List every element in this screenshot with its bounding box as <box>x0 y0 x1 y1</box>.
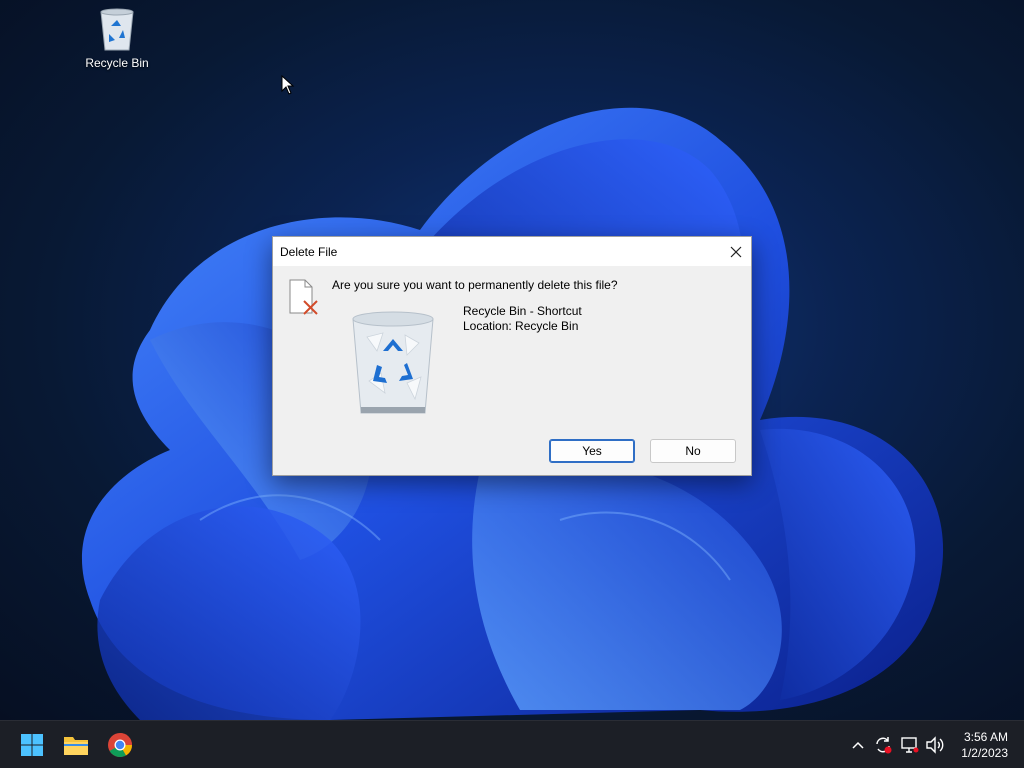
desktop-icon-recycle-bin[interactable]: Recycle Bin <box>80 6 154 78</box>
no-button[interactable]: No <box>650 439 736 463</box>
file-name: Recycle Bin - Shortcut <box>463 304 582 318</box>
start-icon <box>21 734 43 756</box>
taskbar-clock[interactable]: 3:56 AM 1/2/2023 <box>961 729 1008 761</box>
show-hidden-icons-button[interactable] <box>848 735 868 755</box>
chevron-up-icon <box>852 741 864 749</box>
close-button[interactable] <box>721 237 751 266</box>
clock-date: 1/2/2023 <box>961 746 1008 760</box>
start-button[interactable] <box>18 731 46 759</box>
clock-time: 3:56 AM <box>963 730 1008 744</box>
desktop: Recycle Bin Delete File Are you sure you… <box>0 0 1024 720</box>
file-info: Recycle Bin - Shortcut Location: Recycle… <box>463 304 582 334</box>
chrome-button[interactable] <box>106 731 134 759</box>
taskbar: 3:56 AM 1/2/2023 <box>0 720 1024 768</box>
dialog-titlebar[interactable]: Delete File <box>273 237 751 266</box>
dialog-title: Delete File <box>280 244 338 259</box>
desktop-icon-label: Recycle Bin <box>85 56 149 70</box>
network-button[interactable] <box>900 735 920 755</box>
recycle-bin-icon <box>100 8 134 51</box>
file-location: Location: Recycle Bin <box>463 319 579 333</box>
mouse-cursor-icon <box>281 75 295 95</box>
volume-button[interactable] <box>925 735 945 755</box>
sync-icon <box>876 737 892 754</box>
chrome-icon <box>108 733 132 758</box>
network-icon <box>901 737 919 753</box>
recycle-bin-icon <box>352 311 434 414</box>
sync-status-button[interactable] <box>873 735 893 755</box>
delete-file-dialog: Delete File Are you sure you want to per… <box>272 236 752 476</box>
file-explorer-button[interactable] <box>62 731 90 759</box>
confirm-question: Are you sure you want to permanently del… <box>332 278 618 292</box>
volume-icon <box>926 736 944 754</box>
file-delete-icon <box>289 279 318 315</box>
close-icon <box>730 246 742 257</box>
yes-button[interactable]: Yes <box>549 439 635 463</box>
file-explorer-icon <box>64 737 88 755</box>
